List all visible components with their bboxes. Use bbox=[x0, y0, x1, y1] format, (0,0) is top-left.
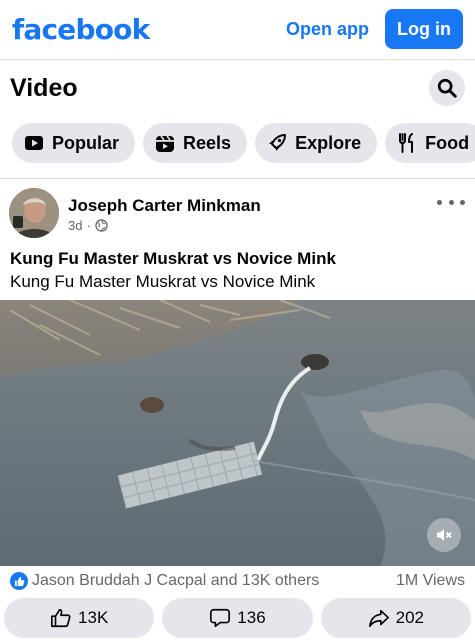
video-player[interactable] bbox=[0, 300, 475, 566]
post-title: Kung Fu Master Muskrat vs Novice Mink bbox=[10, 249, 336, 268]
post-author[interactable]: Joseph Carter Minkman bbox=[68, 196, 261, 216]
search-icon bbox=[437, 78, 457, 98]
thumbs-up-icon bbox=[51, 608, 71, 628]
speaker-muted-icon bbox=[437, 529, 452, 541]
facebook-logo[interactable]: facebook bbox=[12, 13, 150, 46]
mute-button[interactable] bbox=[427, 518, 461, 552]
chip-label: Food bbox=[425, 132, 470, 153]
post-stats: Jason Bruddah J Cacpal and 13K others 1M… bbox=[0, 570, 475, 592]
globe-icon bbox=[95, 219, 108, 232]
comment-icon bbox=[210, 608, 231, 628]
chip-popular[interactable]: Popular bbox=[12, 123, 136, 163]
chip-food[interactable]: Food bbox=[385, 123, 475, 163]
top-bar: facebook Open app Log in bbox=[0, 0, 475, 58]
dot bbox=[448, 199, 454, 205]
chip-explore[interactable]: Explore bbox=[255, 123, 378, 163]
chips-divider bbox=[0, 178, 475, 179]
search-button[interactable] bbox=[429, 70, 465, 106]
like-reaction-icon bbox=[10, 572, 28, 590]
reactions-summary[interactable]: Jason Bruddah J Cacpal and 13K others bbox=[32, 572, 319, 590]
dot bbox=[460, 199, 465, 205]
like-button[interactable]: 13K bbox=[4, 598, 155, 638]
post-time[interactable]: 3d bbox=[68, 218, 82, 233]
views-count: 1M Views bbox=[395, 572, 465, 589]
post-meta: 3d · bbox=[68, 218, 108, 233]
open-app-link[interactable]: Open app bbox=[286, 19, 369, 40]
dot bbox=[437, 199, 442, 205]
top-bar-actions: Open app Log in bbox=[286, 9, 463, 49]
section-title: Video bbox=[10, 73, 78, 102]
video-frame bbox=[0, 300, 475, 566]
share-count: 202 bbox=[395, 608, 424, 627]
share-icon bbox=[368, 609, 389, 628]
utensils-icon bbox=[397, 133, 417, 153]
comment-button[interactable]: 136 bbox=[162, 598, 313, 638]
reels-icon bbox=[155, 133, 175, 153]
category-chips: Popular Reels Explore Food bbox=[0, 123, 475, 167]
login-button[interactable]: Log in bbox=[385, 9, 463, 49]
comment-count: 136 bbox=[237, 608, 266, 627]
section-header: Video bbox=[0, 60, 475, 116]
post-actions: 13K 136 202 bbox=[0, 598, 475, 640]
rocket-icon bbox=[267, 133, 287, 153]
meta-separator: · bbox=[86, 218, 91, 233]
chip-label: Popular bbox=[52, 132, 120, 153]
chip-label: Explore bbox=[295, 132, 362, 153]
chip-label: Reels bbox=[183, 132, 232, 153]
play-icon bbox=[24, 133, 44, 153]
more-options-button[interactable] bbox=[437, 192, 465, 212]
share-button[interactable]: 202 bbox=[320, 598, 471, 638]
avatar[interactable] bbox=[9, 188, 59, 238]
post-text: Kung Fu Master Muskrat vs Novice Mink bbox=[10, 272, 316, 291]
like-count: 13K bbox=[78, 608, 109, 627]
chip-reels[interactable]: Reels bbox=[143, 123, 248, 163]
post-header: Joseph Carter Minkman 3d · bbox=[0, 184, 475, 242]
